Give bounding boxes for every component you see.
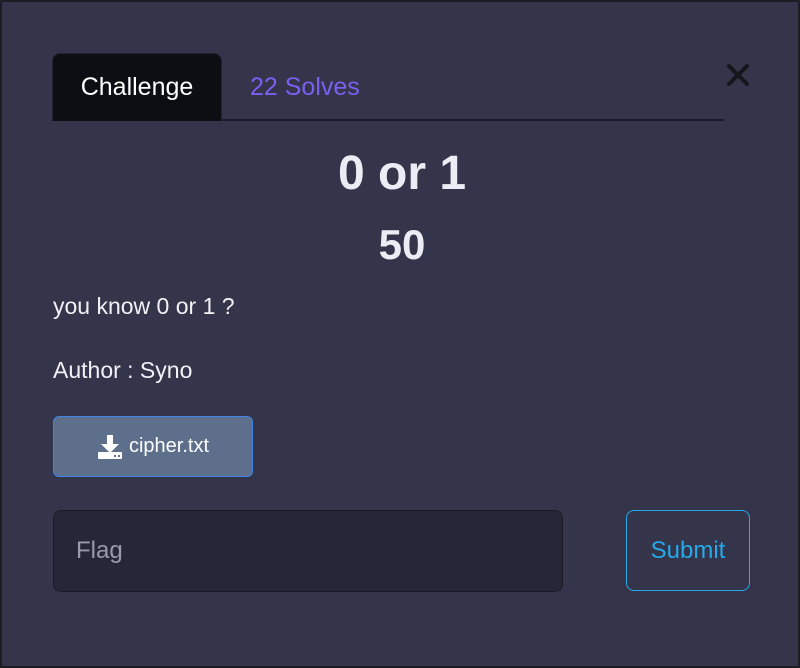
challenge-title: 0 or 1 xyxy=(337,147,467,200)
challenge-points: 50 xyxy=(378,221,426,268)
download-file-button[interactable]: cipher.txt xyxy=(53,416,253,477)
submit-label: Submit xyxy=(650,536,726,564)
challenge-author: Author : Syno xyxy=(53,357,193,383)
challenge-description: you know 0 or 1 ? xyxy=(53,293,235,319)
tab-bar: Challenge 22 Solves xyxy=(52,53,724,121)
tab-solves-label: 22 Solves xyxy=(250,72,360,101)
challenge-modal: Challenge 22 Solves 0 or 1 50 you know 0… xyxy=(0,0,800,668)
flag-input[interactable] xyxy=(53,510,563,592)
file-name: cipher.txt xyxy=(128,435,210,457)
submit-button[interactable]: Submit xyxy=(626,510,750,591)
download-icon xyxy=(97,434,123,460)
close-icon[interactable] xyxy=(723,60,753,90)
tab-solves[interactable]: 22 Solves xyxy=(250,53,360,121)
tab-challenge-label: Challenge xyxy=(80,73,194,101)
tab-challenge[interactable]: Challenge xyxy=(52,53,222,121)
